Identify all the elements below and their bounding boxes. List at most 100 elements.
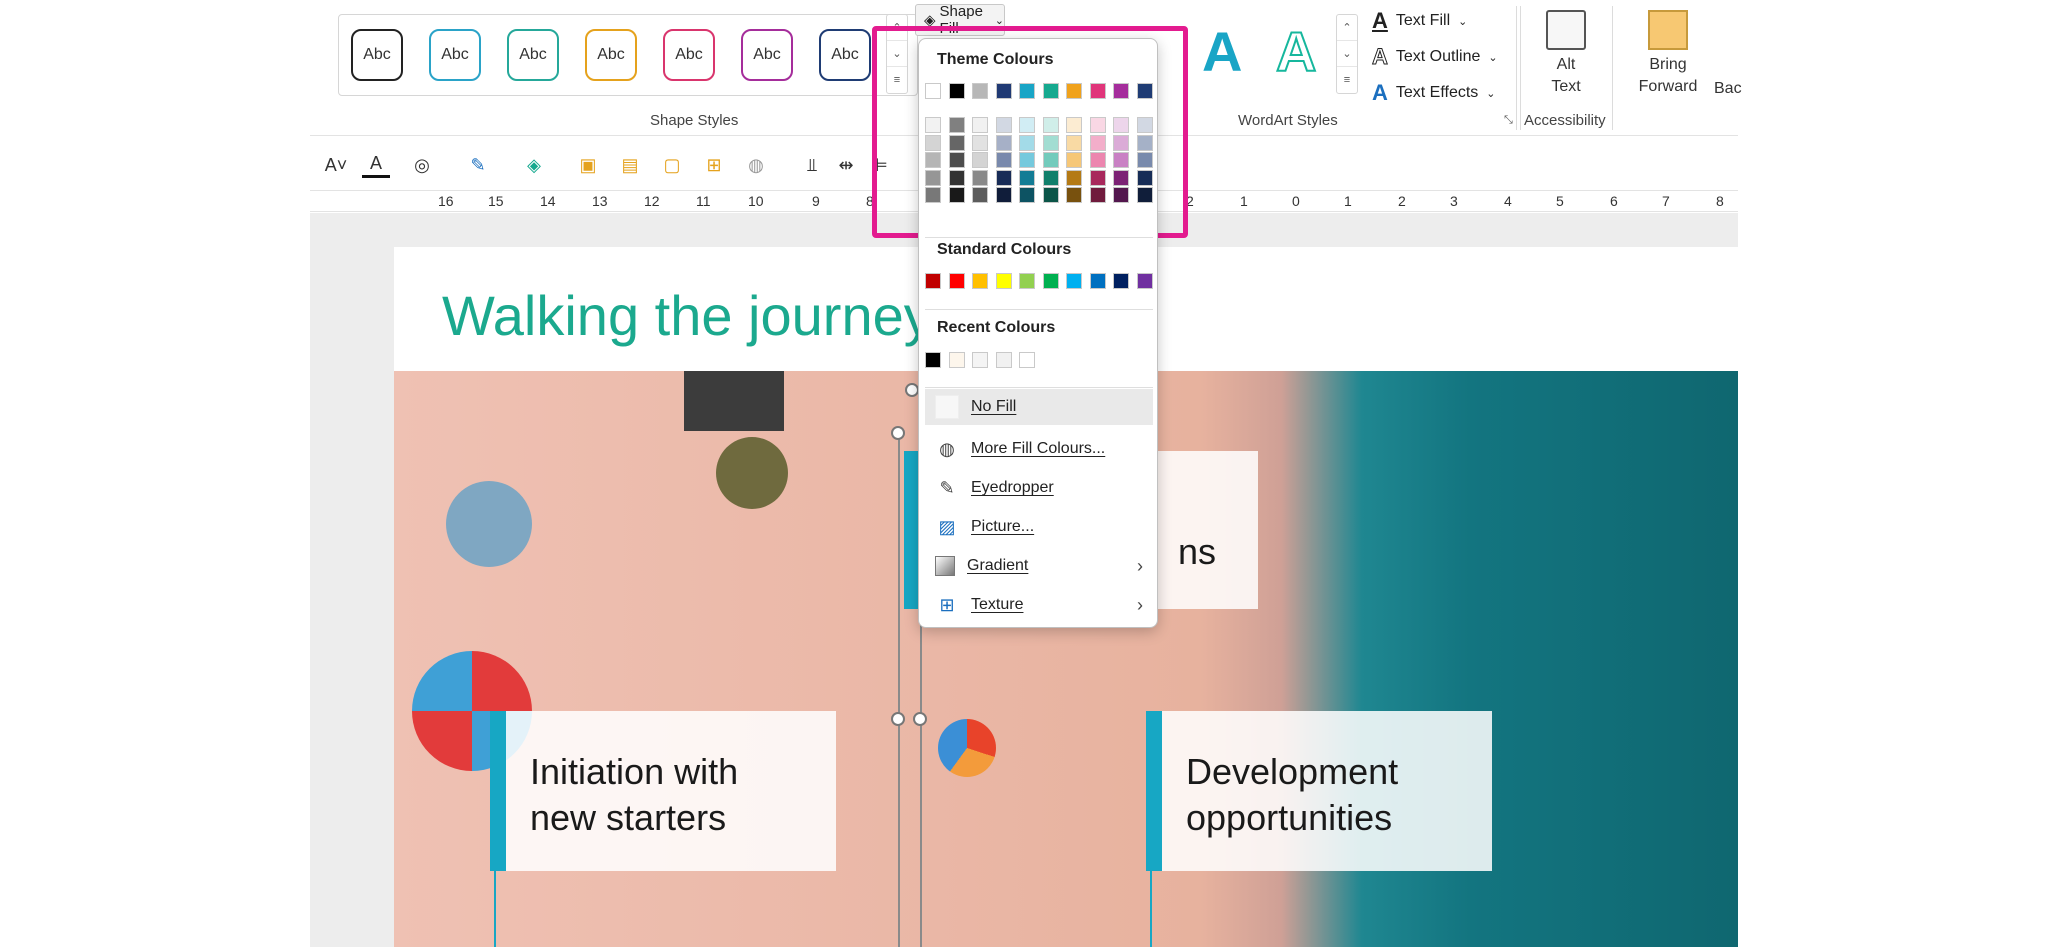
text-outline-button[interactable]: A Text Outline ⌄: [1372, 42, 1498, 72]
theme-shade-swatch[interactable]: [1019, 187, 1035, 203]
theme-shade-swatch[interactable]: [1042, 187, 1059, 203]
text-fill-button[interactable]: A Text Fill ⌄: [1372, 6, 1467, 36]
theme-shade-swatch[interactable]: [1066, 117, 1082, 133]
resize-handle[interactable]: [891, 426, 905, 440]
slide-title[interactable]: Walking the journey: [442, 283, 932, 348]
theme-shade-swatch[interactable]: [972, 169, 988, 186]
theme-shade-swatch[interactable]: [1019, 117, 1035, 133]
shape-style-2[interactable]: Abc: [429, 29, 481, 81]
dialog-launcher-icon[interactable]: ⤡: [1504, 114, 1513, 127]
rotate-handle[interactable]: [905, 383, 919, 397]
card-middle-text[interactable]: ns: [1178, 529, 1216, 575]
picture-item[interactable]: ▨ Picture...: [925, 509, 1153, 545]
texture-item[interactable]: ⊞ Texture ›: [925, 587, 1153, 623]
theme-shade-swatch[interactable]: [1136, 169, 1153, 186]
standard-colour-swatch[interactable]: [995, 273, 1012, 289]
theme-shade-swatch[interactable]: [948, 117, 965, 133]
standard-colour-swatch[interactable]: [1136, 273, 1153, 289]
theme-shade-swatch[interactable]: [925, 152, 941, 168]
send-backward-icon[interactable]: ▢: [658, 152, 686, 178]
theme-shade-swatch[interactable]: [1113, 134, 1129, 151]
recent-colour-swatch[interactable]: [1019, 352, 1035, 368]
theme-shade-swatch[interactable]: [1042, 169, 1059, 186]
gradient-item[interactable]: Gradient ›: [925, 548, 1153, 584]
theme-shade-swatch[interactable]: [1113, 187, 1129, 203]
standard-colour-swatch[interactable]: [1089, 273, 1106, 289]
eyedropper-item[interactable]: ✎ Eyedropper: [925, 470, 1153, 506]
theme-shade-swatch[interactable]: [995, 152, 1012, 168]
theme-shade-swatch[interactable]: [1136, 152, 1153, 168]
shapes-icon[interactable]: ◎: [408, 152, 436, 178]
shape-style-7[interactable]: Abc: [819, 29, 871, 81]
theme-shade-swatch[interactable]: [1019, 169, 1035, 186]
theme-shade-swatch[interactable]: [948, 187, 965, 203]
theme-colour-swatch[interactable]: [1136, 83, 1153, 99]
more-fill-colours-item[interactable]: ◍ More Fill Colours...: [925, 431, 1153, 467]
shape-style-1[interactable]: Abc: [351, 29, 403, 81]
font-color-icon[interactable]: A: [362, 152, 390, 178]
recent-colour-swatch[interactable]: [972, 352, 988, 368]
shape-style-3[interactable]: Abc: [507, 29, 559, 81]
theme-shade-swatch[interactable]: [1089, 169, 1106, 186]
alt-text-button[interactable]: Alt Text: [1536, 10, 1596, 98]
shape-style-5[interactable]: Abc: [663, 29, 715, 81]
theme-shade-swatch[interactable]: [995, 187, 1012, 203]
theme-colour-swatch[interactable]: [1066, 83, 1082, 99]
scroll-down-icon[interactable]: ⌄: [1337, 41, 1357, 67]
theme-shade-swatch[interactable]: [1089, 117, 1106, 133]
font-size-icon[interactable]: A˅: [322, 152, 350, 178]
theme-colour-swatch[interactable]: [948, 83, 965, 99]
shape-style-4[interactable]: Abc: [585, 29, 637, 81]
theme-colour-swatch[interactable]: [1042, 83, 1059, 99]
theme-shade-swatch[interactable]: [1066, 187, 1082, 203]
theme-shade-swatch[interactable]: [1019, 152, 1035, 168]
group-icon[interactable]: ⊞: [700, 152, 728, 178]
theme-shade-swatch[interactable]: [1066, 152, 1082, 168]
theme-shade-swatch[interactable]: [1089, 152, 1106, 168]
theme-shade-swatch[interactable]: [925, 169, 941, 186]
theme-shade-swatch[interactable]: [1019, 134, 1035, 151]
standard-colour-swatch[interactable]: [1113, 273, 1129, 289]
theme-colour-swatch[interactable]: [925, 83, 941, 99]
more-styles-icon[interactable]: ≡: [1337, 67, 1357, 93]
bring-forward-button[interactable]: Bring Forward: [1626, 10, 1710, 98]
text-effects-button[interactable]: A Text Effects ⌄: [1372, 78, 1496, 108]
theme-shade-swatch[interactable]: [948, 134, 965, 151]
theme-shade-swatch[interactable]: [1089, 187, 1106, 203]
theme-shade-swatch[interactable]: [1066, 169, 1082, 186]
resize-handle[interactable]: [913, 712, 927, 726]
shape-style-6[interactable]: Abc: [741, 29, 793, 81]
theme-shade-swatch[interactable]: [1066, 134, 1082, 151]
theme-shade-swatch[interactable]: [995, 117, 1012, 133]
theme-shade-swatch[interactable]: [1113, 169, 1129, 186]
theme-shade-swatch[interactable]: [1136, 187, 1153, 203]
resize-handle[interactable]: [891, 712, 905, 726]
theme-colour-swatch[interactable]: [1019, 83, 1035, 99]
standard-colour-swatch[interactable]: [1019, 273, 1035, 289]
wordart-scroll[interactable]: ⌃ ⌄ ≡: [1336, 14, 1358, 94]
theme-colour-swatch[interactable]: [972, 83, 988, 99]
align-bottom-icon[interactable]: ⫫: [798, 152, 826, 178]
theme-shade-swatch[interactable]: [972, 152, 988, 168]
standard-colour-swatch[interactable]: [925, 273, 941, 289]
theme-shade-swatch[interactable]: [1042, 152, 1059, 168]
theme-shade-swatch[interactable]: [948, 152, 965, 168]
shape-fill-icon[interactable]: ◈: [520, 152, 548, 178]
no-fill-item[interactable]: No Fill: [925, 389, 1153, 425]
theme-shade-swatch[interactable]: [1042, 117, 1059, 133]
theme-shade-swatch[interactable]: [925, 117, 941, 133]
send-backward-label[interactable]: Bac: [1714, 80, 1742, 98]
card-initiation[interactable]: Initiation with new starters: [490, 711, 836, 871]
standard-colour-swatch[interactable]: [948, 273, 965, 289]
recent-colour-swatch[interactable]: [925, 352, 941, 368]
theme-shade-swatch[interactable]: [995, 169, 1012, 186]
theme-shade-swatch[interactable]: [972, 187, 988, 203]
card-development[interactable]: Development opportunities: [1146, 711, 1492, 871]
theme-shade-swatch[interactable]: [972, 117, 988, 133]
theme-shade-swatch[interactable]: [925, 187, 941, 203]
theme-shade-swatch[interactable]: [1136, 117, 1153, 133]
bring-forward-icon[interactable]: ▤: [616, 152, 644, 178]
theme-colour-swatch[interactable]: [1113, 83, 1129, 99]
theme-shade-swatch[interactable]: [948, 169, 965, 186]
theme-shade-swatch[interactable]: [995, 134, 1012, 151]
